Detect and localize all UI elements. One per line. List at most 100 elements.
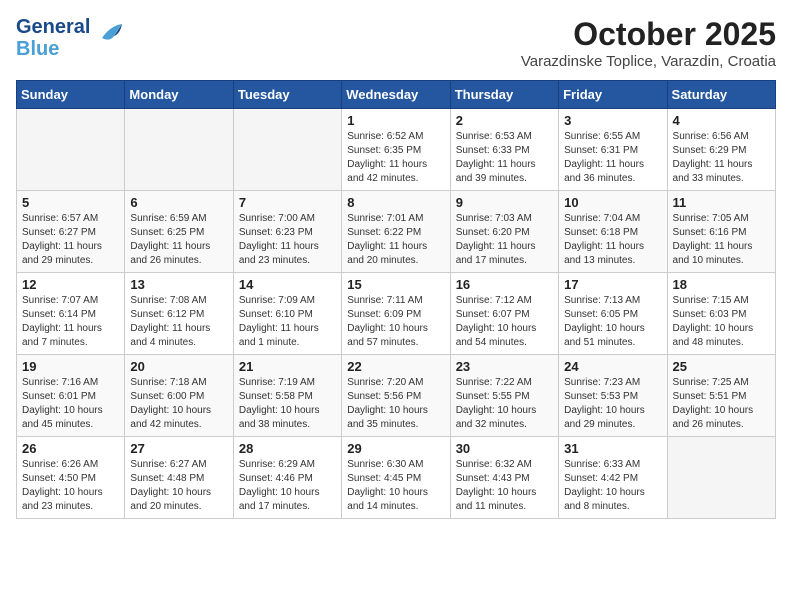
day-info: Sunrise: 7:16 AM Sunset: 6:01 PM Dayligh… bbox=[22, 376, 119, 432]
calendar-cell: 15 Sunrise: 7:11 AM Sunset: 6:09 PM Dayli… bbox=[342, 273, 450, 355]
day-info: Sunrise: 7:08 AM Sunset: 6:12 PM Dayligh… bbox=[130, 294, 227, 350]
day-info: Sunrise: 7:22 AM Sunset: 5:55 PM Dayligh… bbox=[456, 376, 553, 432]
column-header-thursday: Thursday bbox=[450, 81, 558, 109]
day-number: 20 bbox=[130, 359, 227, 374]
calendar-cell bbox=[667, 437, 775, 519]
calendar-cell: 12 Sunrise: 7:07 AM Sunset: 6:14 PM Dayli… bbox=[17, 273, 125, 355]
day-info: Sunrise: 7:15 AM Sunset: 6:03 PM Dayligh… bbox=[673, 294, 770, 350]
day-info: Sunrise: 7:01 AM Sunset: 6:22 PM Dayligh… bbox=[347, 212, 444, 268]
calendar-cell: 24 Sunrise: 7:23 AM Sunset: 5:53 PM Dayli… bbox=[559, 355, 667, 437]
calendar-cell: 28 Sunrise: 6:29 AM Sunset: 4:46 PM Dayli… bbox=[233, 437, 341, 519]
day-number: 23 bbox=[456, 359, 553, 374]
column-header-monday: Monday bbox=[125, 81, 233, 109]
day-info: Sunrise: 7:11 AM Sunset: 6:09 PM Dayligh… bbox=[347, 294, 444, 350]
day-number: 11 bbox=[673, 195, 770, 210]
day-info: Sunrise: 7:00 AM Sunset: 6:23 PM Dayligh… bbox=[239, 212, 336, 268]
day-number: 1 bbox=[347, 113, 444, 128]
day-number: 8 bbox=[347, 195, 444, 210]
day-number: 27 bbox=[130, 441, 227, 456]
calendar-cell: 5Sunrise: 6:57 AM Sunset: 6:27 PM Daylig… bbox=[17, 191, 125, 273]
day-number: 31 bbox=[564, 441, 661, 456]
calendar-cell: 23 Sunrise: 7:22 AM Sunset: 5:55 PM Dayli… bbox=[450, 355, 558, 437]
calendar-cell: 30 Sunrise: 6:32 AM Sunset: 4:43 PM Dayli… bbox=[450, 437, 558, 519]
day-info: Sunrise: 6:53 AM Sunset: 6:33 PM Dayligh… bbox=[456, 130, 553, 186]
day-info: Sunrise: 7:05 AM Sunset: 6:16 PM Dayligh… bbox=[673, 212, 770, 268]
day-info: Sunrise: 7:03 AM Sunset: 6:20 PM Dayligh… bbox=[456, 212, 553, 268]
logo-blue: Blue bbox=[16, 38, 90, 60]
calendar-cell: 22Sunrise: 7:20 AM Sunset: 5:56 PM Dayli… bbox=[342, 355, 450, 437]
month-year-title: October 2025 bbox=[521, 16, 776, 53]
calendar-cell: 29 Sunrise: 6:30 AM Sunset: 4:45 PM Dayli… bbox=[342, 437, 450, 519]
day-number: 28 bbox=[239, 441, 336, 456]
calendar-cell bbox=[125, 109, 233, 191]
day-info: Sunrise: 7:23 AM Sunset: 5:53 PM Dayligh… bbox=[564, 376, 661, 432]
day-number: 3 bbox=[564, 113, 661, 128]
calendar-cell: 13 Sunrise: 7:08 AM Sunset: 6:12 PM Dayli… bbox=[125, 273, 233, 355]
day-info: Sunrise: 7:13 AM Sunset: 6:05 PM Dayligh… bbox=[564, 294, 661, 350]
calendar-cell: 17 Sunrise: 7:13 AM Sunset: 6:05 PM Dayli… bbox=[559, 273, 667, 355]
day-number: 7 bbox=[239, 195, 336, 210]
day-number: 15 bbox=[347, 277, 444, 292]
day-number: 13 bbox=[130, 277, 227, 292]
day-number: 26 bbox=[22, 441, 119, 456]
day-info: Sunrise: 7:19 AM Sunset: 5:58 PM Dayligh… bbox=[239, 376, 336, 432]
calendar-cell: 27 Sunrise: 6:27 AM Sunset: 4:48 PM Dayli… bbox=[125, 437, 233, 519]
calendar-cell: 2 Sunrise: 6:53 AM Sunset: 6:33 PM Daylig… bbox=[450, 109, 558, 191]
column-header-sunday: Sunday bbox=[17, 81, 125, 109]
day-info: Sunrise: 6:26 AM Sunset: 4:50 PM Dayligh… bbox=[22, 458, 119, 514]
calendar-cell: 4 Sunrise: 6:56 AM Sunset: 6:29 PM Daylig… bbox=[667, 109, 775, 191]
day-number: 10 bbox=[564, 195, 661, 210]
day-info: Sunrise: 6:32 AM Sunset: 4:43 PM Dayligh… bbox=[456, 458, 553, 514]
day-info: Sunrise: 7:20 AM Sunset: 5:56 PM Dayligh… bbox=[347, 376, 444, 432]
day-number: 14 bbox=[239, 277, 336, 292]
day-info: Sunrise: 6:29 AM Sunset: 4:46 PM Dayligh… bbox=[239, 458, 336, 514]
column-header-tuesday: Tuesday bbox=[233, 81, 341, 109]
day-number: 21 bbox=[239, 359, 336, 374]
day-number: 25 bbox=[673, 359, 770, 374]
calendar-cell: 7 Sunrise: 7:00 AM Sunset: 6:23 PM Daylig… bbox=[233, 191, 341, 273]
title-area: October 2025 Varazdinske Toplice, Varazd… bbox=[521, 16, 776, 70]
calendar-cell: 19 Sunrise: 7:16 AM Sunset: 6:01 PM Dayli… bbox=[17, 355, 125, 437]
calendar-cell: 3 Sunrise: 6:55 AM Sunset: 6:31 PM Daylig… bbox=[559, 109, 667, 191]
day-number: 16 bbox=[456, 277, 553, 292]
day-number: 2 bbox=[456, 113, 553, 128]
day-info: Sunrise: 6:52 AM Sunset: 6:35 PM Dayligh… bbox=[347, 130, 444, 186]
day-info: Sunrise: 7:04 AM Sunset: 6:18 PM Dayligh… bbox=[564, 212, 661, 268]
day-info: Sunrise: 7:12 AM Sunset: 6:07 PM Dayligh… bbox=[456, 294, 553, 350]
day-info: Sunrise: 6:30 AM Sunset: 4:45 PM Dayligh… bbox=[347, 458, 444, 514]
day-number: 19 bbox=[22, 359, 119, 374]
calendar-cell bbox=[233, 109, 341, 191]
day-info: Sunrise: 6:55 AM Sunset: 6:31 PM Dayligh… bbox=[564, 130, 661, 186]
calendar-cell: 26 Sunrise: 6:26 AM Sunset: 4:50 PM Dayli… bbox=[17, 437, 125, 519]
day-number: 17 bbox=[564, 277, 661, 292]
day-number: 9 bbox=[456, 195, 553, 210]
logo-general: General bbox=[16, 16, 90, 38]
calendar-cell: 10 Sunrise: 7:04 AM Sunset: 6:18 PM Dayli… bbox=[559, 191, 667, 273]
calendar-cell: 9 Sunrise: 7:03 AM Sunset: 6:20 PM Daylig… bbox=[450, 191, 558, 273]
day-number: 30 bbox=[456, 441, 553, 456]
day-number: 12 bbox=[22, 277, 119, 292]
day-info: Sunrise: 7:09 AM Sunset: 6:10 PM Dayligh… bbox=[239, 294, 336, 350]
calendar-cell: 20Sunrise: 7:18 AM Sunset: 6:00 PM Dayli… bbox=[125, 355, 233, 437]
day-number: 29 bbox=[347, 441, 444, 456]
day-info: Sunrise: 7:25 AM Sunset: 5:51 PM Dayligh… bbox=[673, 376, 770, 432]
calendar-table: SundayMondayTuesdayWednesdayThursdayFrid… bbox=[16, 80, 776, 519]
day-info: Sunrise: 6:56 AM Sunset: 6:29 PM Dayligh… bbox=[673, 130, 770, 186]
day-number: 4 bbox=[673, 113, 770, 128]
day-info: Sunrise: 7:07 AM Sunset: 6:14 PM Dayligh… bbox=[22, 294, 119, 350]
calendar-cell: 1 Sunrise: 6:52 AM Sunset: 6:35 PM Daylig… bbox=[342, 109, 450, 191]
day-info: Sunrise: 6:33 AM Sunset: 4:42 PM Dayligh… bbox=[564, 458, 661, 514]
calendar-cell bbox=[17, 109, 125, 191]
calendar-cell: 11 Sunrise: 7:05 AM Sunset: 6:16 PM Dayli… bbox=[667, 191, 775, 273]
logo-bird-icon bbox=[94, 18, 126, 50]
day-info: Sunrise: 6:27 AM Sunset: 4:48 PM Dayligh… bbox=[130, 458, 227, 514]
calendar-cell: 14 Sunrise: 7:09 AM Sunset: 6:10 PM Dayli… bbox=[233, 273, 341, 355]
day-number: 24 bbox=[564, 359, 661, 374]
calendar-cell: 21 Sunrise: 7:19 AM Sunset: 5:58 PM Dayli… bbox=[233, 355, 341, 437]
column-header-wednesday: Wednesday bbox=[342, 81, 450, 109]
calendar-cell: 16 Sunrise: 7:12 AM Sunset: 6:07 PM Dayli… bbox=[450, 273, 558, 355]
calendar-cell: 8 Sunrise: 7:01 AM Sunset: 6:22 PM Daylig… bbox=[342, 191, 450, 273]
day-number: 18 bbox=[673, 277, 770, 292]
logo: General Blue bbox=[16, 16, 126, 60]
page-header: General Blue October 2025 Varazdinske To… bbox=[16, 16, 776, 70]
